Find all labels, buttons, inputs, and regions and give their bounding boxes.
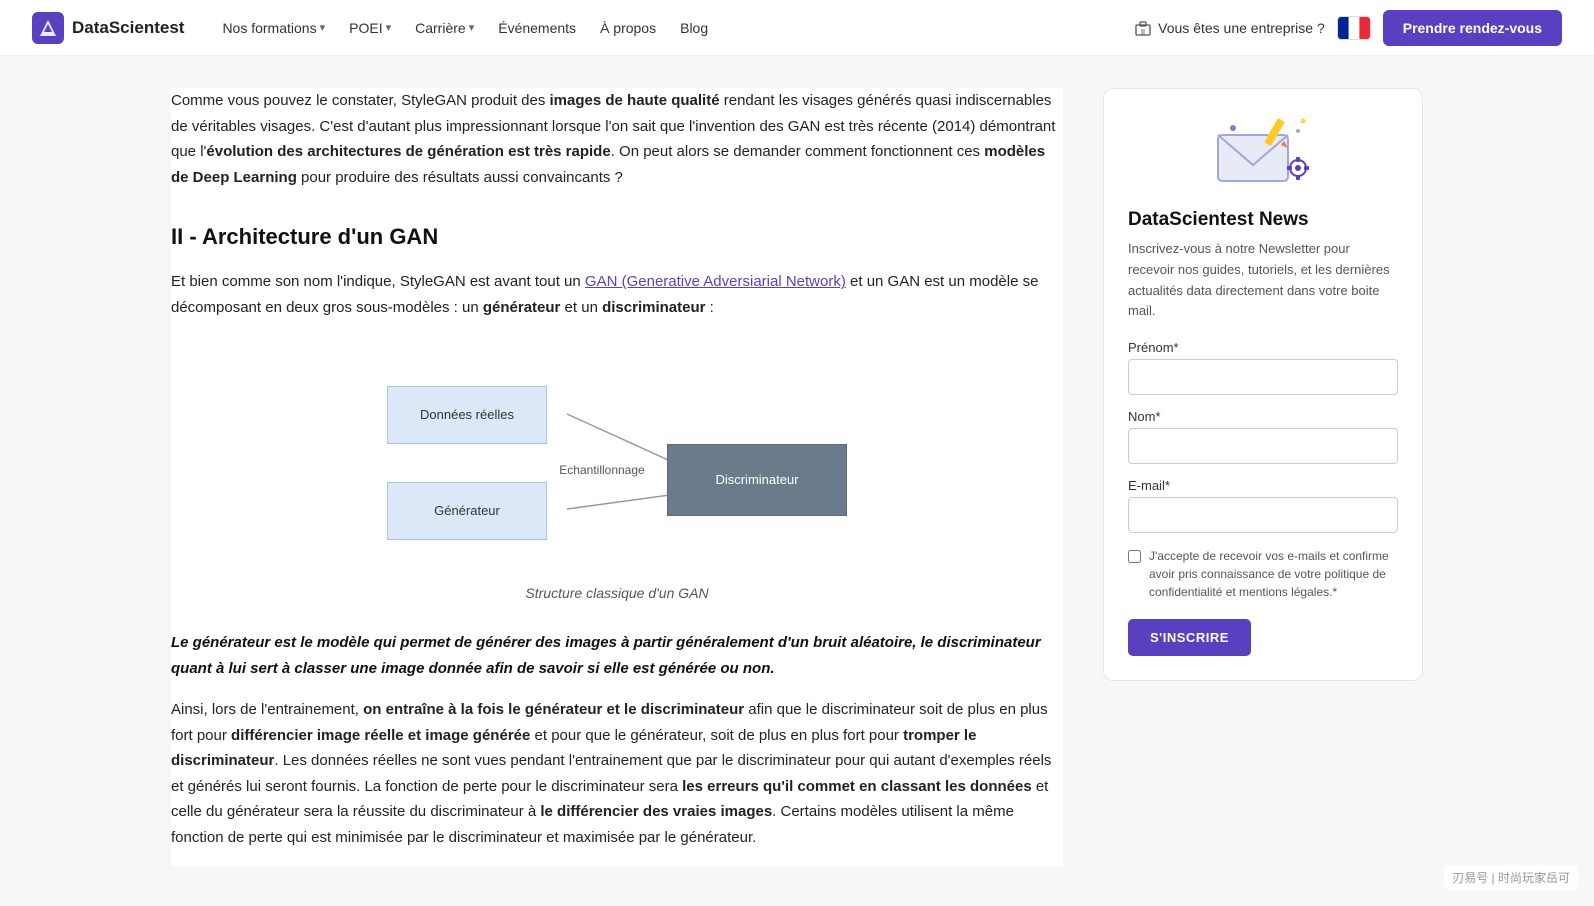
section-intro-paragraph: Et bien comme son nom l'indique, StyleGA… xyxy=(171,269,1063,320)
blockquote: Le générateur est le modèle qui permet d… xyxy=(171,630,1063,681)
prenom-label: Prénom* xyxy=(1128,340,1398,355)
chevron-down-icon: ▾ xyxy=(469,21,475,34)
navbar-right: Vous êtes une entreprise ? Prendre rende… xyxy=(1134,10,1562,46)
navbar-left: DataScientest Nos formations ▾ POEI ▾ Ca… xyxy=(32,12,718,44)
nom-input[interactable] xyxy=(1128,428,1398,464)
generateur-box: Générateur xyxy=(387,482,547,540)
nav-item-formations[interactable]: Nos formations ▾ xyxy=(212,14,335,42)
nav-item-apropos[interactable]: À propos xyxy=(590,14,666,42)
gan-link[interactable]: GAN (Generative Adversiarial Network) xyxy=(585,273,846,290)
logo-icon xyxy=(32,12,64,44)
navbar: DataScientest Nos formations ▾ POEI ▾ Ca… xyxy=(0,0,1594,56)
consent-label: J'accepte de recevoir vos e-mails et con… xyxy=(1149,547,1398,601)
flag-french[interactable] xyxy=(1337,16,1371,40)
logo-text: DataScientest xyxy=(72,18,184,38)
donnees-reelles-box: Données réelles xyxy=(387,386,547,444)
nav-item-poei[interactable]: POEI ▾ xyxy=(339,14,401,42)
chevron-down-icon: ▾ xyxy=(320,21,326,34)
section-title: II - Architecture d'un GAN xyxy=(171,218,1063,255)
main-content: Comme vous pouvez le constater, StyleGAN… xyxy=(171,88,1063,866)
logo[interactable]: DataScientest xyxy=(32,12,184,44)
enterprise-link[interactable]: Vous êtes une entreprise ? xyxy=(1134,19,1325,37)
email-input[interactable] xyxy=(1128,497,1398,533)
main-paragraph: Ainsi, lors de l'entrainement, on entraî… xyxy=(171,697,1063,850)
newsletter-icon xyxy=(1208,113,1318,193)
page-wrapper: Comme vous pouvez le constater, StyleGAN… xyxy=(147,56,1447,898)
nom-group: Nom* xyxy=(1128,409,1398,464)
newsletter-image-area xyxy=(1128,113,1398,193)
sidebar: DataScientest News Inscrivez-vous à notr… xyxy=(1103,88,1423,866)
nav-item-blog[interactable]: Blog xyxy=(670,14,718,42)
nav-links: Nos formations ▾ POEI ▾ Carrière ▾ Événe… xyxy=(212,14,718,42)
chevron-down-icon: ▾ xyxy=(386,21,392,34)
intro-paragraph: Comme vous pouvez le constater, StyleGAN… xyxy=(171,88,1063,190)
prenom-group: Prénom* xyxy=(1128,340,1398,395)
cta-button[interactable]: Prendre rendez-vous xyxy=(1383,10,1562,46)
article-body: Comme vous pouvez le constater, StyleGAN… xyxy=(171,88,1063,850)
discriminateur-box: Discriminateur xyxy=(667,444,847,516)
nom-label: Nom* xyxy=(1128,409,1398,424)
consent-row: J'accepte de recevoir vos e-mails et con… xyxy=(1128,547,1398,601)
consent-checkbox[interactable] xyxy=(1128,550,1141,563)
subscribe-button[interactable]: S'INSCRIRE xyxy=(1128,619,1251,656)
newsletter-card: DataScientest News Inscrivez-vous à notr… xyxy=(1103,88,1423,681)
enterprise-icon xyxy=(1134,19,1152,37)
nav-item-evenements[interactable]: Événements xyxy=(488,14,586,42)
figure-caption: Structure classique d'un GAN xyxy=(171,582,1063,606)
email-label: E-mail* xyxy=(1128,478,1398,493)
nav-item-carriere[interactable]: Carrière ▾ xyxy=(405,14,484,42)
newsletter-title: DataScientest News xyxy=(1128,209,1398,231)
svg-text:Echantillonnage: Echantillonnage xyxy=(559,463,645,477)
watermark: 刃易号 | 时尚玩家岳可 xyxy=(1444,865,1578,890)
prenom-input[interactable] xyxy=(1128,359,1398,395)
email-group: E-mail* xyxy=(1128,478,1398,533)
newsletter-desc: Inscrivez-vous à notre Newsletter pour r… xyxy=(1128,239,1398,322)
gan-figure: Echantillonnage Données réelles xyxy=(171,344,1063,606)
